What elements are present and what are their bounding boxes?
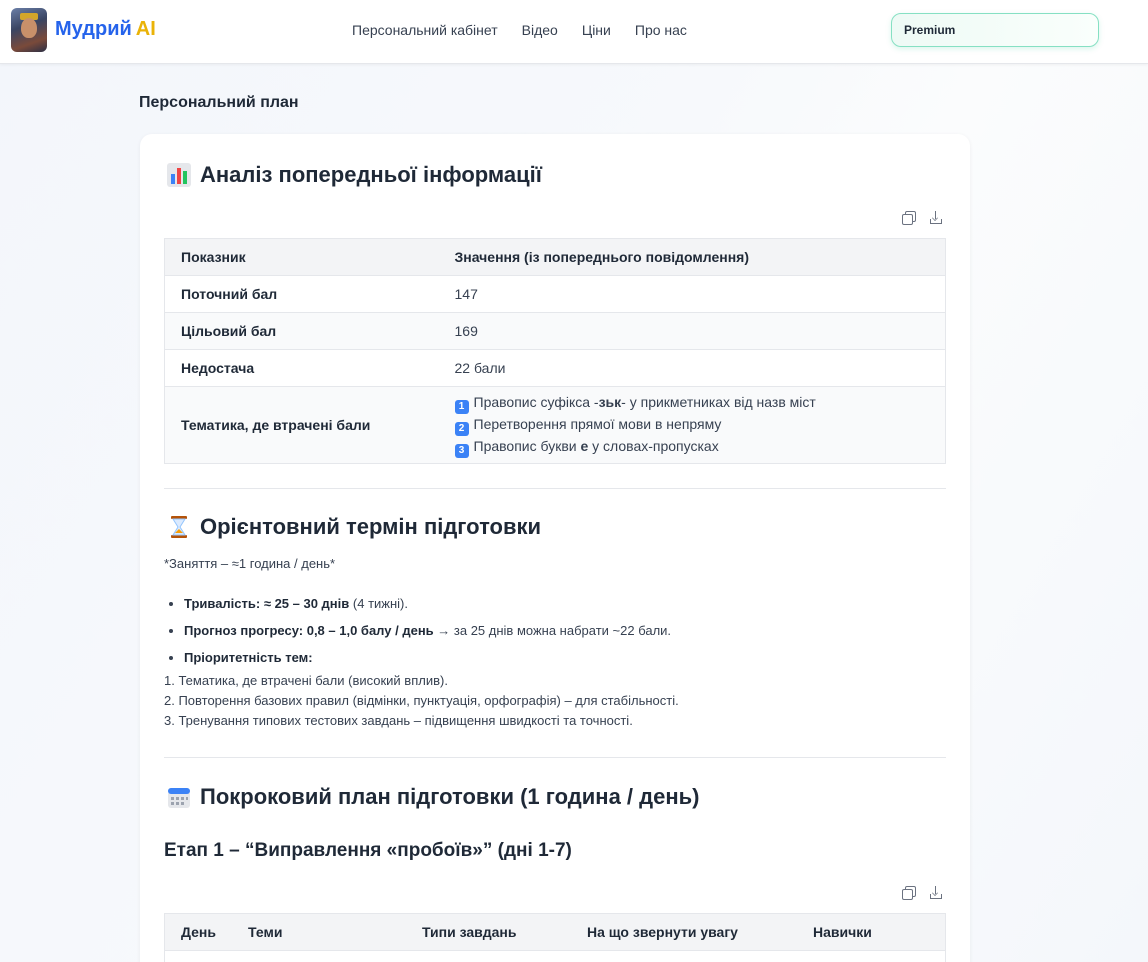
number-1-icon: 1 [454,400,469,414]
table-header-cell: Типи завдань [406,913,571,951]
section-analysis-heading: Аналіз попередньої інформації [166,162,542,188]
row-value: 169 [438,312,946,350]
section-timeline-heading: Орієнтовний термін підготовки [166,514,541,540]
hourglass-icon [166,514,192,540]
list-item: 1. Тематика, де втрачені бали (високий в… [164,673,448,688]
number-2-icon: 2 [454,422,469,436]
face-shape [21,18,37,38]
table-cell [797,950,946,962]
brand-name: Мудрий [55,18,132,40]
table-cell [571,950,797,962]
nav-prices[interactable]: Ціни [582,22,611,38]
topic-text: Правопис букви [473,438,581,454]
plan-card: Аналіз попередньої інформації Показник З… [140,134,970,962]
download-icon[interactable] [929,886,942,899]
row-label: Цільовий бал [164,312,439,350]
calendar-icon [166,784,192,810]
topic-text: - у прикметниках від назв міст [621,394,816,410]
table-header-row: День Теми Типи завдань На що звернути ув… [164,913,946,951]
row-label: Тематика, де втрачені бали [164,386,439,464]
top-header: Мудрий AI Персональний кабінет Відео Ціни… [0,0,1148,64]
nav-video[interactable]: Відео [522,22,558,38]
logo-avatar[interactable] [11,8,47,52]
table2-toolbar [902,886,942,900]
table-header-cell: Теми [232,913,406,951]
list-item: Тривалість: ≈ 25 – 30 днів (4 тижні). [184,596,671,611]
table-header-row: Показник Значення (із попереднього повід… [164,238,946,276]
copy-icon[interactable] [902,886,916,900]
topic-text: Правопис суфікса - [473,394,599,410]
copy-icon[interactable] [902,211,916,225]
list-item: 3. Тренування типових тестових завдань –… [164,713,633,728]
row-value: 22 бали [438,349,946,387]
section-analysis-title: Аналіз попередньої інформації [200,162,542,187]
list-item: Пріоритетність тем: [184,650,671,665]
download-icon[interactable] [929,211,942,224]
table-cell [406,950,571,962]
table-row: Поточний бал 147 [164,275,946,313]
nav-personal-cabinet[interactable]: Персональний кабінет [352,22,498,38]
bar-chart-icon [166,162,192,188]
row-label: Поточний бал [164,275,439,313]
bullet-text: → за 25 днів можна набрати ~22 бали. [433,623,672,638]
bullet-bold: Тривалість: ≈ 25 – 30 днів [184,596,350,611]
table-header-cell: Навички [797,913,946,951]
row-value: 147 [438,275,946,313]
bullet-text: (4 тижні). [349,596,408,611]
number-3-icon: 3 [454,444,469,458]
analysis-table: Показник Значення (із попереднього повід… [164,238,946,464]
nav-about[interactable]: Про нас [635,22,687,38]
table-row: Цільовий бал 169 [164,312,946,350]
bullet-bold: Пріоритетність тем: [184,650,313,665]
table-row: Недостача 22 бали [164,349,946,387]
stage-title: Етап 1 – “Виправлення «пробоїв»” (дні 1-… [164,840,572,861]
table-header-cell: На що звернути увагу [571,913,797,951]
timeline-bullets: Тривалість: ≈ 25 – 30 днів (4 тижні). Пр… [184,596,671,677]
table1-toolbar [902,211,942,225]
table-header-cell: Показник [164,238,439,276]
table-header-cell: День [164,913,232,951]
topics-cell: 1 Правопис суфікса -зьк- у прикметниках в… [438,386,946,464]
section-plan-heading: Покроковий план підготовки (1 година / д… [166,784,700,810]
topic-item: 2 Перетворення прямої мови в непряму [454,414,930,436]
row-label: Недостача [164,349,439,387]
divider [164,757,946,758]
topic-item: 3 Правопис букви е у словах-пропусках [454,436,930,458]
divider [164,488,946,489]
section-plan-title: Покроковий план підготовки (1 година / д… [200,784,700,809]
topic-item: 1 Правопис суфікса -зьк- у прикметниках в… [454,392,930,414]
topic-text: у словах-пропусках [588,438,719,454]
plan-table: День Теми Типи завдань На що звернути ув… [164,913,946,962]
premium-button[interactable]: Premium [891,13,1099,47]
table-cell [164,950,232,962]
topic-bold: зьк [598,394,622,410]
page-title: Персональний план [139,94,299,111]
topic-text: Перетворення прямої мови в непряму [473,416,722,432]
main-nav: Персональний кабінет Відео Ціни Про нас [352,22,687,38]
list-item: 2. Повторення базових правил (відмінки, … [164,693,679,708]
table-row: Тематика, де втрачені бали 1 Правопис суф… [164,386,946,464]
brand-logo[interactable]: Мудрий AI [55,18,156,41]
section-timeline-title: Орієнтовний термін підготовки [200,514,542,539]
priority-list: 1. Тематика, де втрачені бали (високий в… [164,671,679,731]
table-cell [232,950,406,962]
brand-ai: AI [135,18,156,40]
list-item: Прогноз прогресу: 0,8 – 1,0 балу / день … [184,623,671,638]
table-header-cell: Значення (із попереднього повідомлення) [438,238,946,276]
table-row [164,950,946,962]
lesson-note: *Заняття – ≈1 година / день* [164,556,336,571]
bullet-bold: Прогноз прогресу: 0,8 – 1,0 балу / день [184,623,434,638]
